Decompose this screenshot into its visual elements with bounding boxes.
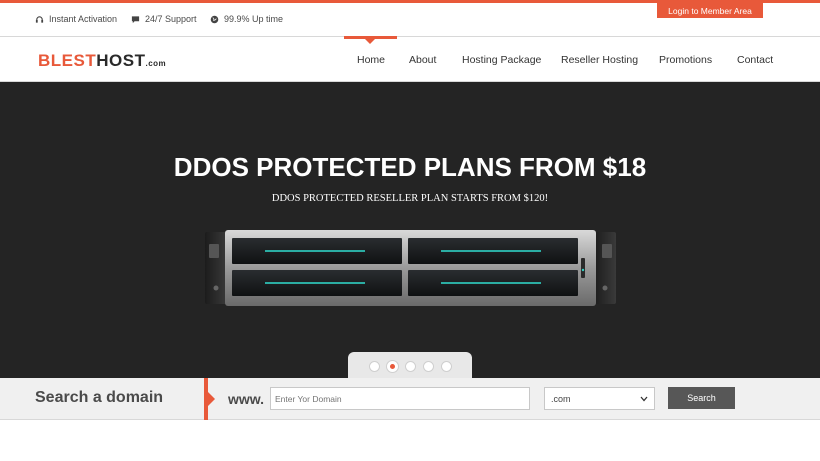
feature-label: Instant Activation	[49, 14, 118, 24]
nav-item-hosting-package[interactable]: Hosting Package	[462, 37, 541, 82]
headset-icon	[35, 15, 44, 24]
domain-input[interactable]	[270, 387, 530, 410]
slide-dot-1[interactable]	[368, 361, 380, 372]
hero-slider: DDOS PROTECTED PLANS FROM $18 DDOS PROTE…	[0, 82, 820, 379]
domain-search-heading: Search a domain	[35, 389, 164, 406]
site-logo[interactable]: BLESTHOST.com	[38, 51, 166, 71]
main-navbar: BLESTHOST.com Home About Hosting Package…	[0, 36, 820, 82]
slide-dot-4[interactable]	[422, 361, 434, 372]
globe-icon	[210, 15, 219, 24]
nav-item-home[interactable]: Home	[357, 37, 385, 82]
slide-dot-2[interactable]	[386, 361, 398, 372]
search-divider-arrow	[208, 392, 215, 406]
feature-label: 99.9% Up time	[224, 14, 284, 24]
feature-support: 24/7 Support	[131, 14, 197, 24]
logo-part-blest: BLEST	[38, 51, 97, 70]
nav-item-reseller-hosting[interactable]: Reseller Hosting	[561, 37, 638, 82]
nav-item-promotions[interactable]: Promotions	[659, 37, 712, 82]
slide-dot-5[interactable]	[440, 361, 452, 372]
logo-part-tld: .com	[145, 59, 167, 68]
feature-label: 24/7 Support	[145, 14, 197, 24]
slide-dot-3[interactable]	[404, 361, 416, 372]
slider-pagination	[348, 352, 472, 379]
chevron-down-icon	[640, 394, 648, 404]
nav-item-contact[interactable]: Contact	[737, 37, 773, 82]
www-prefix: www.	[228, 391, 265, 407]
login-member-area-button[interactable]: Login to Member Area	[657, 3, 763, 18]
hero-subtitle: DDOS PROTECTED RESELLER PLAN STARTS FROM…	[271, 193, 549, 204]
nav-item-about[interactable]: About	[409, 37, 436, 82]
top-info-bar: Instant Activation 24/7 Support 99.9% Up…	[0, 3, 820, 36]
server-rack-image	[205, 230, 616, 306]
tld-selected-value: .com	[551, 393, 571, 404]
tld-select[interactable]: .com	[544, 387, 655, 410]
hero-title: DDOS PROTECTED PLANS FROM $18	[173, 152, 647, 182]
feature-uptime: 99.9% Up time	[210, 14, 283, 24]
search-button[interactable]: Search	[668, 387, 735, 409]
feature-instant-activation: Instant Activation	[35, 14, 117, 24]
chat-bubble-icon	[131, 15, 140, 24]
logo-part-host: HOST	[96, 51, 146, 70]
domain-search-bar: Search a domain www. .com Search	[0, 378, 820, 420]
